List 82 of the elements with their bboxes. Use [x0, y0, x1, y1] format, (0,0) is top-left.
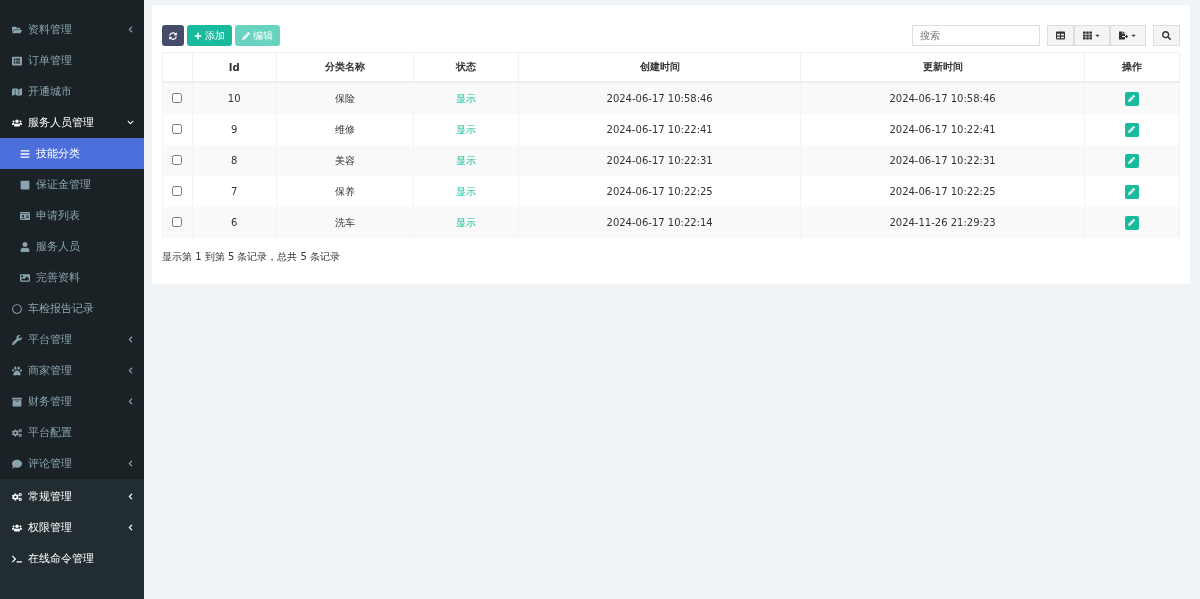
row-checkbox[interactable]	[172, 216, 183, 227]
table-cell: 6	[192, 207, 277, 238]
sidebar-item[interactable]: 完善资料	[0, 262, 144, 293]
comment-icon	[12, 458, 22, 469]
status-text: 显示	[455, 154, 476, 166]
chevron-left-icon	[127, 524, 134, 531]
search-field[interactable]: 搜索	[912, 25, 1040, 46]
chevron-down-icon	[127, 119, 134, 126]
id-card-icon	[20, 210, 30, 221]
settings-icon	[12, 491, 22, 502]
sidebar-item[interactable]: 技能分类	[0, 138, 144, 169]
folder-icon	[12, 24, 22, 35]
status-text: 显示	[455, 92, 476, 104]
export-button[interactable]	[1110, 25, 1146, 46]
sidebar-item[interactable]: 车检报告记录	[0, 293, 144, 324]
map-icon	[12, 86, 22, 97]
export-icon	[1119, 31, 1128, 40]
chevron-left-icon	[127, 460, 134, 467]
table-cell: 洗车	[276, 207, 414, 238]
sidebar-item[interactable]: 权限管理	[0, 512, 144, 543]
archive-icon	[12, 396, 22, 407]
sidebar-item[interactable]: 常规管理	[0, 481, 144, 512]
sidebar-item[interactable]: 保证金管理	[0, 169, 144, 200]
sidebar-item[interactable]: 评论管理	[0, 448, 144, 479]
sidebar-item[interactable]: 在线命令管理	[0, 543, 144, 574]
sidebar-item[interactable]: 服务人员管理	[0, 107, 144, 138]
settings-icon	[12, 427, 22, 438]
users-icon	[12, 117, 22, 128]
paw-icon	[12, 365, 22, 376]
sidebar-item[interactable]: 平台管理	[0, 324, 144, 355]
sidebar-item[interactable]: 商家管理	[0, 355, 144, 386]
list-icon	[12, 55, 22, 66]
refresh-button[interactable]	[162, 25, 184, 46]
terminal-icon	[12, 553, 22, 564]
edit-button[interactable]	[1125, 91, 1139, 106]
refresh-icon	[169, 31, 177, 40]
search-button[interactable]	[1153, 25, 1180, 46]
row-checkbox[interactable]	[172, 185, 183, 196]
pencil-icon	[1128, 95, 1136, 102]
pencil-icon	[1128, 157, 1136, 164]
edit-button[interactable]	[1125, 215, 1139, 230]
chevron-left-icon	[127, 26, 134, 33]
sidebar-item[interactable]: 平台配置	[0, 417, 144, 448]
sidebar-item[interactable]: 开通城市	[0, 76, 144, 107]
chevron-left-icon	[127, 398, 134, 405]
table-view-button[interactable]	[1047, 25, 1074, 46]
edit-button[interactable]	[1125, 184, 1139, 199]
status-text: 显示	[455, 185, 476, 197]
edit-button[interactable]	[1125, 153, 1139, 168]
users-icon	[12, 522, 22, 533]
menu-icon	[20, 148, 30, 159]
pagination-summary: 显示第 1 到第 5 条记录，总共 5 条记录	[162, 250, 342, 264]
table-cell: 2024-06-17 10:22:14	[518, 207, 801, 238]
table-icon	[1056, 31, 1065, 40]
caret-icon	[1094, 32, 1101, 39]
sidebar-item[interactable]: 资料管理	[0, 14, 144, 45]
edit-button[interactable]	[1125, 122, 1139, 137]
plus-icon	[194, 31, 202, 40]
row-checkbox[interactable]	[172, 154, 183, 165]
search-icon	[1162, 31, 1171, 40]
chevron-left-icon	[127, 336, 134, 343]
pencil-icon	[1128, 219, 1136, 226]
pencil-icon	[1128, 188, 1136, 195]
sidebar-item[interactable]: 申请列表	[0, 200, 144, 231]
sidebar-item[interactable]: 服务人员	[0, 231, 144, 262]
caret-icon	[1130, 32, 1137, 39]
sidebar-item[interactable]: 订单管理	[0, 45, 144, 76]
status-text: 显示	[455, 123, 476, 135]
columns-button[interactable]	[1074, 25, 1110, 46]
pencil-icon	[242, 31, 250, 40]
sidebar-item[interactable]: 财务管理	[0, 386, 144, 417]
wrench-icon	[12, 334, 22, 345]
grid-icon	[1083, 31, 1092, 40]
chevron-left-icon	[127, 367, 134, 374]
user-icon	[20, 241, 30, 252]
row-checkbox[interactable]	[172, 123, 183, 134]
image-icon	[20, 272, 30, 283]
chevron-left-icon	[127, 493, 134, 500]
status-text: 显示	[455, 216, 476, 228]
pencil-icon	[1128, 126, 1136, 133]
table-cell: 2024-11-26 21:29:23	[800, 207, 1085, 238]
row-checkbox[interactable]	[172, 92, 183, 103]
